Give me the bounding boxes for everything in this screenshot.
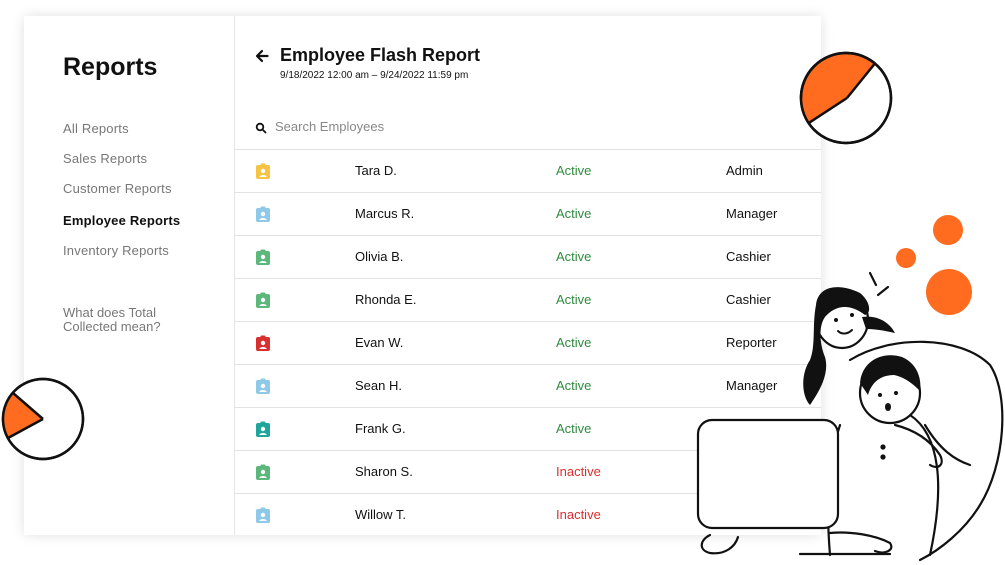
employee-badge-icon <box>256 292 270 308</box>
employee-name: Tara D. <box>355 163 397 178</box>
pie-chart-small-icon <box>1 377 85 461</box>
employee-status: Active <box>556 163 592 178</box>
employee-status: Inactive <box>556 507 601 522</box>
search-input[interactable] <box>275 114 575 138</box>
people-illustration <box>696 271 1004 562</box>
sidebar-item-sales-reports[interactable]: Sales Reports <box>63 151 180 166</box>
employee-badge-icon <box>256 464 270 480</box>
help-link[interactable]: What does Total Collected mean? <box>63 306 193 334</box>
table-row[interactable]: Tara D. Active Admin <box>235 150 821 193</box>
sidebar-item-customer-reports[interactable]: Customer Reports <box>63 181 180 196</box>
employee-badge-icon <box>256 507 270 523</box>
employee-name: Marcus R. <box>355 206 415 221</box>
employee-name: Sharon S. <box>355 464 413 479</box>
page-title: Employee Flash Report <box>280 45 481 65</box>
sidebar-item-inventory-reports[interactable]: Inventory Reports <box>63 243 180 258</box>
employee-name: Frank G. <box>355 421 406 436</box>
sidebar-menu: All Reports Sales Reports Customer Repor… <box>63 121 180 273</box>
employee-badge-icon <box>256 378 270 394</box>
employee-status: Active <box>556 335 592 350</box>
employee-status: Active <box>556 249 592 264</box>
employee-badge-icon <box>256 335 270 351</box>
employee-status: Active <box>556 421 592 436</box>
employee-status: Active <box>556 206 592 221</box>
date-range: 9/18/2022 12:00 am – 9/24/2022 11:59 pm <box>280 70 469 81</box>
employee-badge-icon <box>256 421 270 437</box>
employee-name: Olivia B. <box>355 249 404 264</box>
employee-badge-icon <box>256 249 270 265</box>
employee-role: Manager <box>726 206 778 221</box>
pie-chart-icon <box>799 51 893 145</box>
employee-status: Active <box>556 292 592 307</box>
employee-name: Rhonda E. <box>355 292 417 307</box>
search-icon <box>255 122 267 134</box>
employee-role: Admin <box>726 163 763 178</box>
employee-status: Inactive <box>556 464 601 479</box>
employee-badge-icon <box>256 206 270 222</box>
back-arrow-icon[interactable] <box>255 49 269 63</box>
employee-badge-icon <box>256 163 270 179</box>
sidebar-item-all-reports[interactable]: All Reports <box>63 121 180 136</box>
employee-status: Active <box>556 378 592 393</box>
employee-name: Evan W. <box>355 335 404 350</box>
employee-name: Willow T. <box>355 507 407 522</box>
sidebar-item-employee-reports[interactable]: Employee Reports <box>63 213 180 228</box>
employee-role: Cashier <box>726 249 771 264</box>
sidebar-title: Reports <box>63 53 158 81</box>
employee-name: Sean H. <box>355 378 402 393</box>
table-row[interactable]: Marcus R. Active Manager <box>235 193 821 236</box>
